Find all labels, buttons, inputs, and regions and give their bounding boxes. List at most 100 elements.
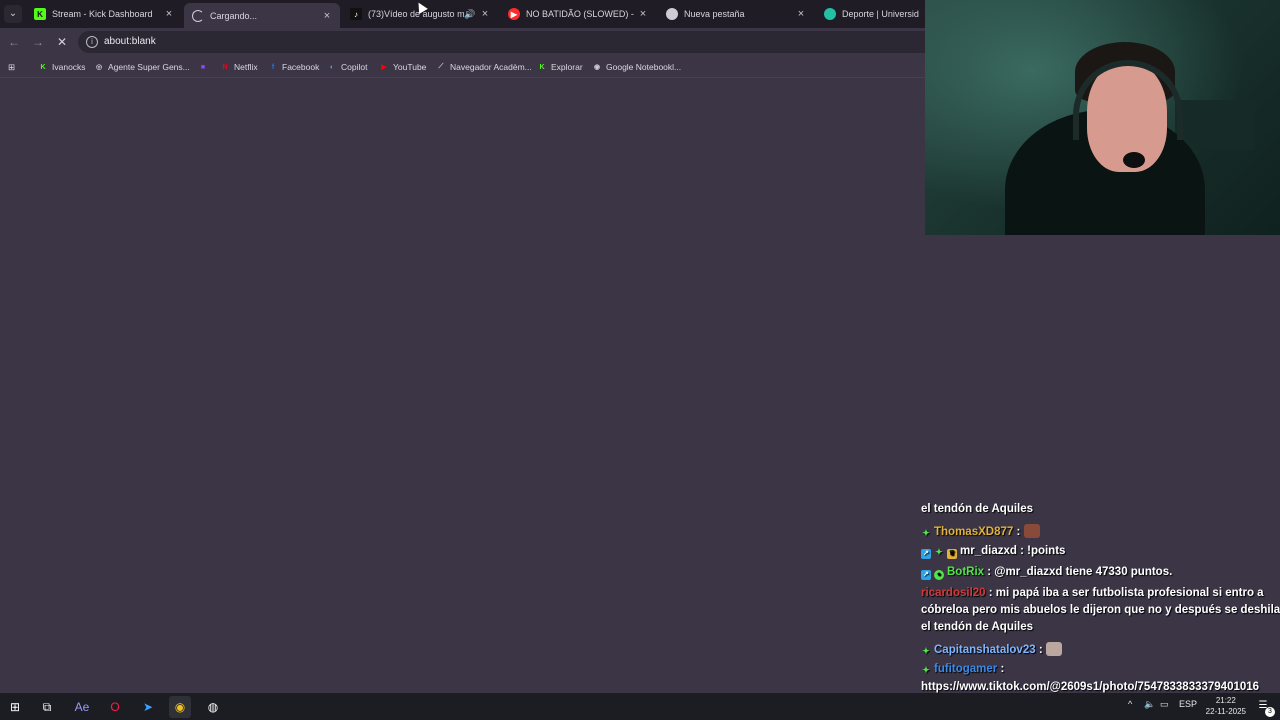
clock[interactable]: 21:22 22-11-2025 xyxy=(1206,695,1246,717)
chat-message-text: cóbreloa pero mis abuelos le dijeron que… xyxy=(921,604,1280,616)
chat-message: ↗ ● BotRix : @mr_diazxd tiene 47330 puntos… xyxy=(921,566,1172,580)
tray-chevron-icon[interactable]: ^ xyxy=(1128,699,1132,709)
close-icon[interactable]: × xyxy=(478,8,492,20)
bookmark-label: Google Notebookl... xyxy=(606,62,682,72)
chat-message-text: https://www.tiktok.com/@2609s1/photo/754… xyxy=(921,681,1260,693)
task-view-icon[interactable]: ⧉ xyxy=(36,696,58,718)
info-icon[interactable]: i xyxy=(86,36,98,48)
tab-loading[interactable]: Cargando... × xyxy=(184,3,340,28)
forward-button[interactable]: → xyxy=(30,34,46,50)
forward-arrow-icon: → xyxy=(32,35,44,49)
tab-title: Stream - Kick Dashboard xyxy=(52,9,153,19)
bookmark-favicon-icon: ◐ xyxy=(329,63,335,71)
tab-new-tab[interactable]: Nueva pestaña × xyxy=(658,3,814,25)
chat-message: cóbreloa pero mis abuelos le dijeron que… xyxy=(921,604,1280,616)
bookmark-favicon-icon: ◉ xyxy=(593,64,601,71)
chat-message-text: : !points xyxy=(1016,545,1066,557)
bookmark-favicon-icon: ▶ xyxy=(381,64,387,71)
tab-youtube[interactable]: ▶ NO BATIDÃO (SLOWED) - YouT × xyxy=(500,3,656,25)
bookmark-item[interactable]: ▶ YouTube xyxy=(379,60,426,74)
apps-grid-icon[interactable]: ⊞ xyxy=(8,60,15,74)
bookmark-favicon-icon: ⟋ xyxy=(438,63,444,70)
back-button[interactable]: ← xyxy=(6,34,22,50)
chat-username[interactable]: fufitogamer xyxy=(934,663,997,675)
gold-badge-icon: ♛ xyxy=(947,549,957,559)
tab-search-button[interactable]: ⌄ xyxy=(4,5,22,23)
tab-title: Deporte | Universidad de xyxy=(842,9,919,19)
bookmark-item[interactable]: K Ivanocks xyxy=(38,60,85,74)
chat-username[interactable]: ThomasXD877 xyxy=(934,526,1013,538)
back-arrow-icon: ← xyxy=(8,35,20,49)
speaker-icon[interactable]: 🔊 xyxy=(464,9,478,20)
bookmark-item[interactable]: f Facebook xyxy=(268,60,320,74)
chat-message: el tendón de Aquiles xyxy=(921,503,1033,515)
stop-icon: ✕ xyxy=(56,35,68,49)
bookmark-label: Netflix xyxy=(234,62,258,72)
chrome-icon xyxy=(666,8,678,20)
chat-message-text: : @mr_diazxd tiene 47330 puntos. xyxy=(984,566,1173,578)
windows-taskbar: ⊞ ⧉ Ae O ➤ ◉ ◍ ^ 🔈 ▭ ESP 21:22 22-11-2025 ☰ 3 xyxy=(0,693,1280,720)
chat-message: ✦ ThomasXD877 : xyxy=(921,524,1040,538)
opera-gx-icon[interactable]: O xyxy=(104,696,126,718)
stream-chat-overlay: el tendón de Aquiles ✦ ThomasXD877 : ↗ ✦ ♛ mr… xyxy=(917,500,1280,720)
chat-message: ✦ Capitanshatalov23 : xyxy=(921,642,1062,656)
loading-spinner-icon xyxy=(192,9,204,22)
chrome-icon[interactable]: ◉ xyxy=(169,696,191,718)
address-bar[interactable]: i about:blank xyxy=(78,31,925,53)
youtube-icon: ▶ xyxy=(508,8,520,20)
bookmark-item[interactable]: ■ xyxy=(198,60,212,74)
chat-username[interactable]: mr_diazxd xyxy=(960,545,1017,557)
bookmark-label: YouTube xyxy=(393,62,427,72)
windows-start-icon[interactable]: ⊞ xyxy=(4,696,26,718)
bookmark-label: Agente Super Gens... xyxy=(108,62,190,72)
bookmark-item[interactable]: ◐ Copilot xyxy=(327,60,368,74)
notification-count: 3 xyxy=(1265,707,1275,717)
close-icon[interactable]: × xyxy=(320,10,334,22)
tab-title: (73)Vídeo de augusto ma... xyxy=(368,9,464,19)
chat-message-text: : xyxy=(1013,526,1024,538)
bookmark-item[interactable]: N Netflix xyxy=(220,60,258,74)
chat-message-text: : xyxy=(1035,644,1046,656)
tab-kick-dashboard[interactable]: K Stream - Kick Dashboard × xyxy=(26,3,182,25)
sparkle-badge-icon: ✦ xyxy=(922,528,930,538)
bookmark-item[interactable]: ◎ Agente Super Gens... xyxy=(94,60,190,74)
app-arrow-icon[interactable]: ➤ xyxy=(137,696,159,718)
chat-username[interactable]: Capitanshatalov23 xyxy=(934,644,1036,656)
site-icon xyxy=(824,8,836,20)
chevron-down-icon: ⌄ xyxy=(8,8,18,19)
bookmark-favicon-icon: f xyxy=(271,63,275,71)
close-icon[interactable]: × xyxy=(162,8,176,20)
chat-username[interactable]: ricardosil20 xyxy=(921,587,986,599)
close-icon[interactable]: × xyxy=(636,8,650,20)
sparkle-badge-icon: ✦ xyxy=(935,547,943,557)
chat-message-text: el tendón de Aquiles xyxy=(921,503,1034,515)
bookmark-item[interactable]: ◉ Google Notebookl... xyxy=(592,60,681,74)
chat-message: ricardosil20 : mi papá iba a ser futboli… xyxy=(921,587,1264,599)
chat-message: ✦ fufitogamer : xyxy=(921,663,1004,675)
volume-icon[interactable]: 🔈 xyxy=(1144,699,1155,710)
bookmark-item[interactable]: K Explorar xyxy=(537,60,582,74)
emote-icon xyxy=(1045,642,1062,656)
emote-icon xyxy=(1023,524,1040,538)
network-icon[interactable]: ▭ xyxy=(1160,699,1169,710)
obs-icon[interactable]: ◍ xyxy=(202,696,224,718)
bookmark-favicon-icon: ◎ xyxy=(95,64,103,71)
tab-deporte[interactable]: Deporte | Universidad de xyxy=(816,3,925,25)
webcam-overlay xyxy=(925,0,1280,235)
address-bar-url[interactable]: about:blank xyxy=(104,36,156,47)
clock-time: 21:22 xyxy=(1215,696,1236,705)
language-indicator[interactable]: ESP xyxy=(1179,699,1197,709)
kick-icon: K xyxy=(34,8,46,20)
bookmarks-bar: ⊞ K Ivanocks ◎ Agente Super Gens... ■ N Netfli… xyxy=(0,56,925,78)
close-icon[interactable]: × xyxy=(794,8,808,20)
chat-username[interactable]: BotRix xyxy=(947,566,984,578)
blue-badge-icon: ↗ xyxy=(921,549,931,559)
after-effects-icon[interactable]: Ae xyxy=(71,696,93,718)
chat-message-text: : mi papá iba a ser futbolista profesion… xyxy=(985,587,1264,599)
browser-toolbar: ← → ✕ i about:blank xyxy=(0,28,925,56)
notification-center-button[interactable]: ☰ 3 xyxy=(1254,697,1275,717)
blue-badge-icon: ↗ xyxy=(921,570,931,580)
bookmark-item[interactable]: ⟋ Navegador Acadèm... xyxy=(436,60,532,74)
stop-button[interactable]: ✕ xyxy=(54,34,70,50)
bookmark-label: Navegador Acadèm... xyxy=(450,62,532,72)
